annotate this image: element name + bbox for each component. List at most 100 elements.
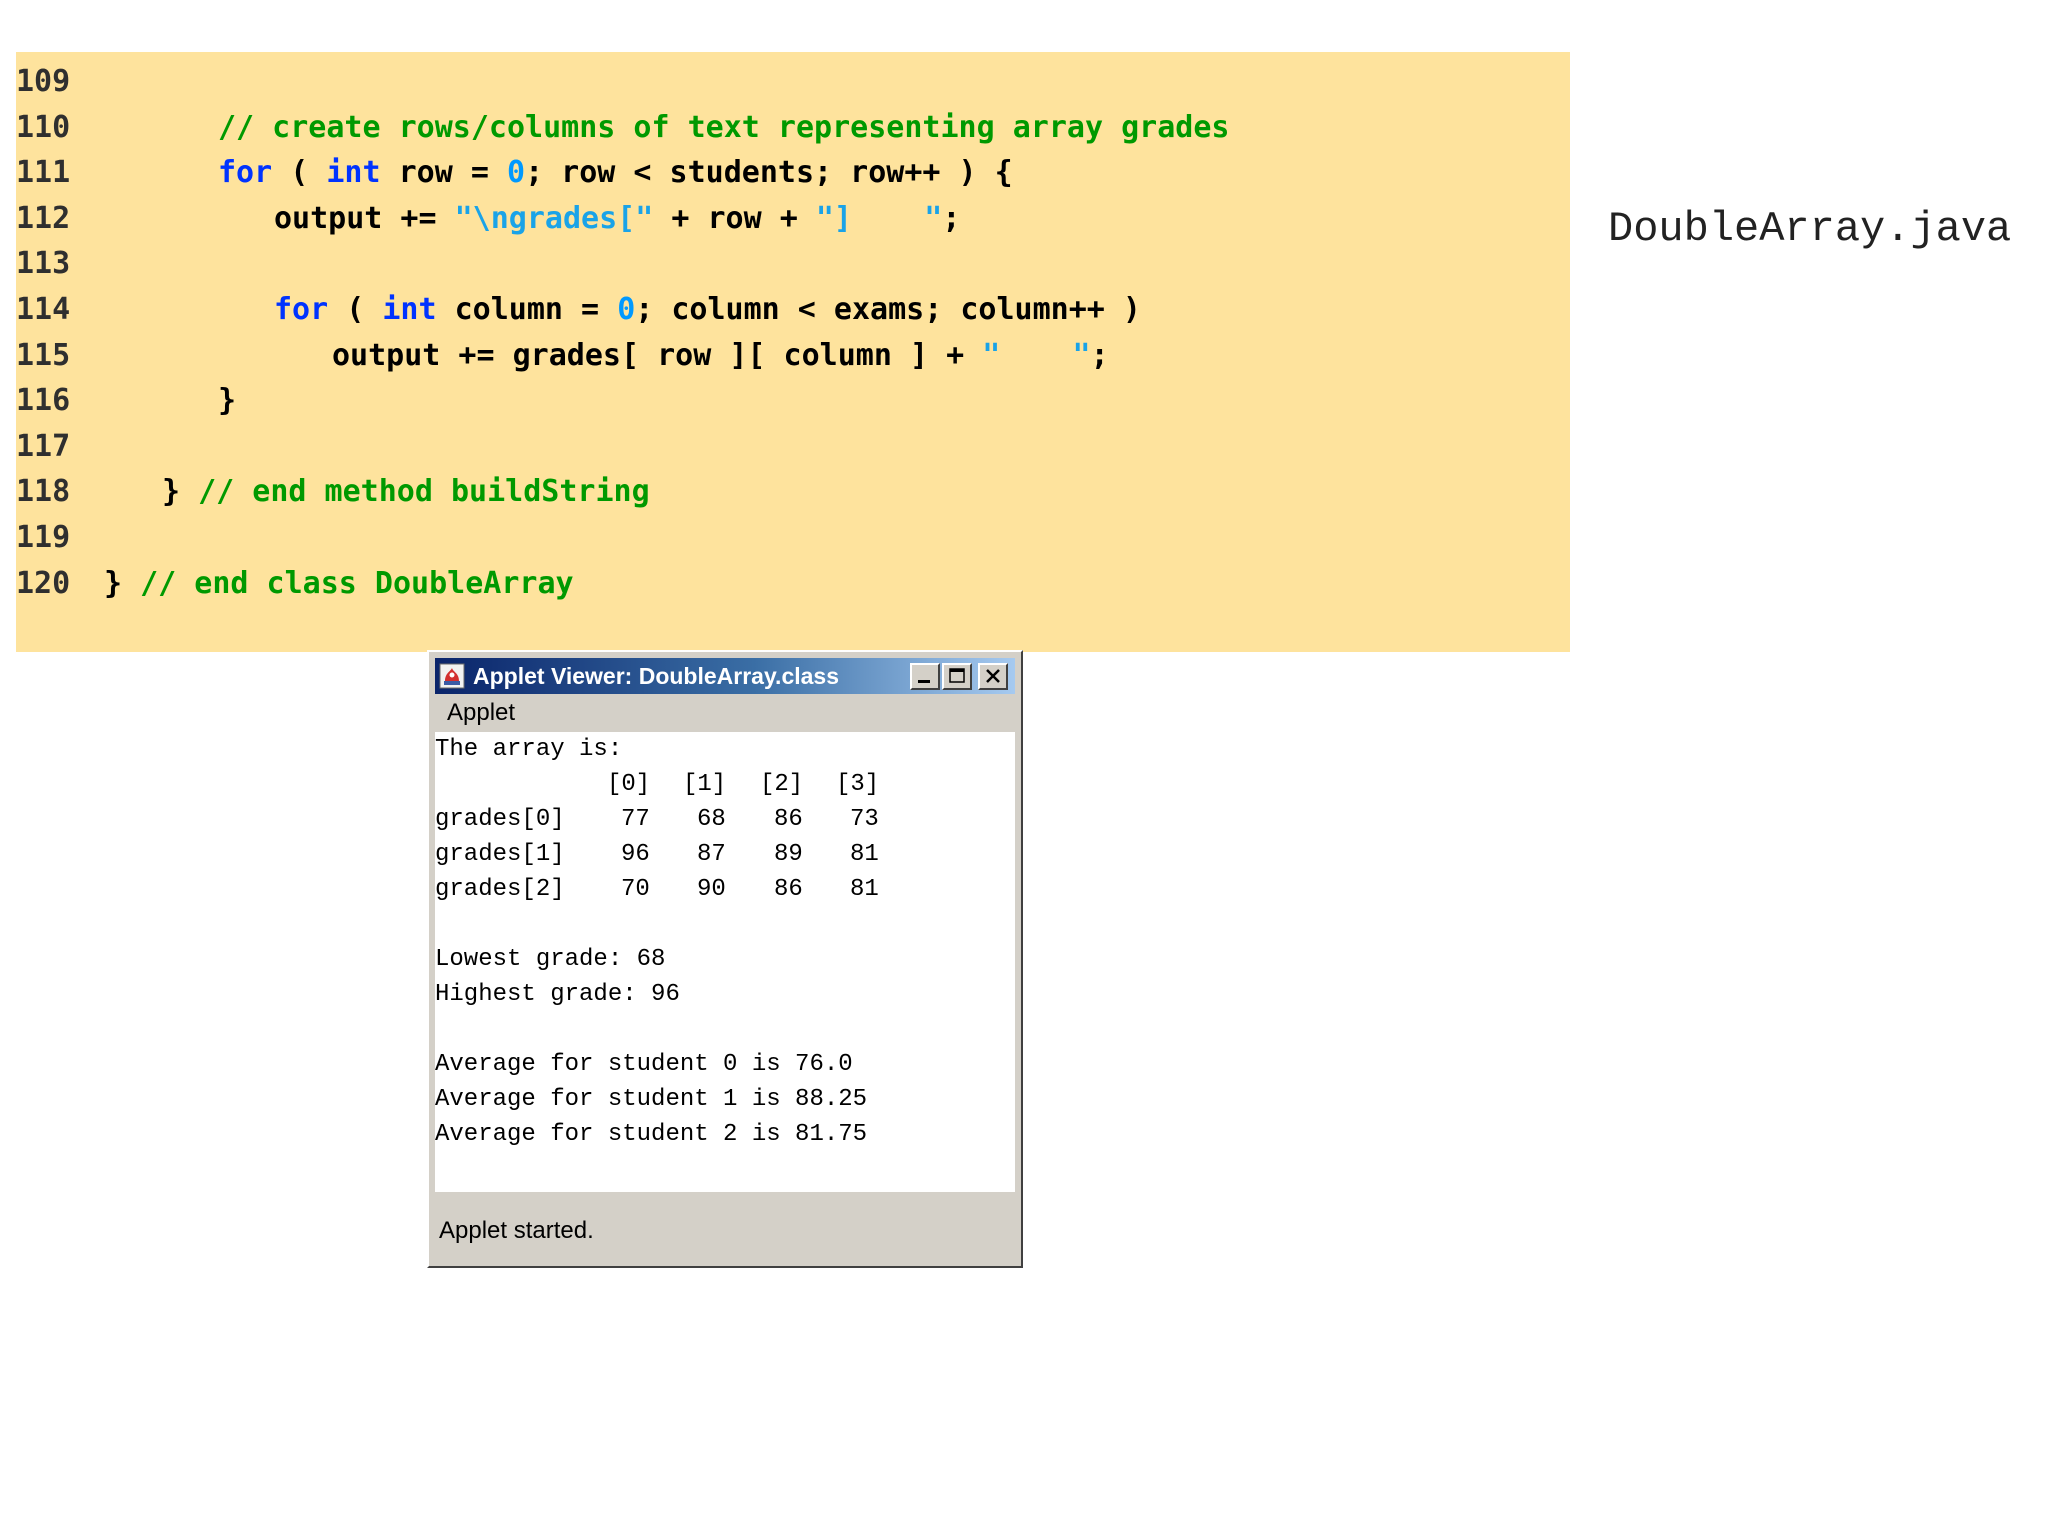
window-title: Applet Viewer: DoubleArray.class [473, 663, 840, 689]
code-token: ; [1090, 337, 1109, 373]
code-token: for [274, 292, 329, 327]
code-line: 109 [16, 62, 1570, 102]
close-icon [986, 669, 1000, 683]
grade-cell: 86 [774, 806, 803, 833]
code-line: 120} // end class DoubleArray [16, 564, 1570, 604]
code-line: 111 for ( int row = 0; row < students; ro… [16, 153, 1570, 193]
code-token: ; [942, 200, 961, 236]
grade-cell: 96 [621, 841, 650, 868]
window-titlebar[interactable]: Applet Viewer: DoubleArray.class [435, 658, 1015, 694]
grade-cell: 77 [621, 806, 650, 833]
code-line: 112 output += "\ngrades[" + row + "] "; [16, 199, 1570, 239]
grade-cell: 73 [850, 806, 879, 833]
line-number: 113 [16, 246, 71, 282]
menu-bar: Applet [435, 696, 1015, 730]
code-token: "] " [815, 200, 943, 236]
minimize-icon [918, 680, 930, 683]
code-token: // create rows/columns of text represent… [218, 109, 1230, 145]
code-text: output += grades[ row ][ column ] + " "; [332, 336, 1109, 376]
code-line: 117 [16, 427, 1570, 467]
output-heading: The array is: [435, 736, 623, 763]
menu-applet[interactable]: Applet [447, 696, 515, 730]
line-number: 119 [16, 520, 71, 555]
line-number: 112 [16, 200, 71, 236]
code-text: output += "\ngrades[" + row + "] "; [274, 199, 960, 239]
row-label: grades[2] [435, 876, 565, 903]
code-token: } [218, 383, 237, 419]
student-average-text: Average for student 2 is 81.75 [435, 1121, 868, 1148]
code-text: } // end method buildString [162, 472, 650, 512]
grade-cell: 86 [774, 876, 803, 903]
grade-cell: 81 [850, 841, 879, 868]
student-average-text: Average for student 1 is 88.25 [435, 1086, 868, 1113]
line-number: 111 [16, 155, 71, 191]
grade-cell: 70 [621, 876, 650, 903]
code-token: ( [272, 155, 327, 191]
line-number: 118 [16, 474, 71, 510]
row-label: grades[0] [435, 806, 565, 833]
maximize-button[interactable] [942, 663, 972, 690]
code-token: ( [328, 292, 383, 327]
column-header: [0] [607, 771, 651, 798]
code-token: "\ngrades[" [454, 200, 654, 236]
code-token: ; column < exams; column++ ) [635, 292, 1141, 327]
code-line: 119 [16, 518, 1570, 558]
code-text: for ( int row = 0; row < students; row++… [218, 153, 1013, 193]
column-header: [3] [836, 771, 880, 798]
line-number: 109 [16, 64, 71, 99]
grade-cell: 68 [697, 806, 726, 833]
maximize-icon [949, 668, 965, 683]
code-token: " " [982, 337, 1091, 373]
code-text: } [218, 381, 236, 421]
slide: 109 110 // create rows/columns of text rep… [0, 0, 2048, 1536]
line-number: 116 [16, 383, 71, 419]
line-number: 117 [16, 428, 71, 464]
code-line: 116} [16, 381, 1570, 421]
code-token: int [326, 155, 381, 191]
java-applet-icon[interactable] [439, 663, 465, 689]
code-token: output += grades[ row ][ column ] + [332, 337, 983, 373]
code-text: // create rows/columns of text represent… [218, 108, 1229, 148]
code-line: 118} // end method buildString [16, 472, 1570, 512]
code-token: // end class DoubleArray [140, 565, 574, 601]
grade-cell: 81 [850, 876, 879, 903]
grade-cell: 90 [697, 876, 726, 903]
code-listing: 109 110 // create rows/columns of text rep… [16, 52, 1570, 652]
code-token: } [162, 474, 199, 510]
code-token: + row + [653, 200, 816, 236]
close-button[interactable] [978, 663, 1008, 690]
line-number: 110 [16, 109, 71, 145]
code-line: 113 [16, 244, 1570, 284]
code-line: 114 for ( int column = 0; column < exams;… [16, 290, 1570, 330]
row-label: grades[1] [435, 841, 565, 868]
line-number: 115 [16, 337, 71, 373]
code-token: row = [380, 155, 507, 191]
applet-viewer-window: Applet Viewer: DoubleArray.class Applet [427, 650, 1023, 1268]
status-text: Applet started. [439, 1217, 594, 1244]
applet-output-area: The array is: [0] [1] [2] [3] grades[0] 77 68 86… [435, 732, 1015, 1192]
code-token: } [104, 565, 141, 601]
code-token: int [382, 292, 437, 327]
grade-cell: 87 [697, 841, 726, 868]
code-text: } // end class DoubleArray [104, 564, 574, 604]
file-name-label: DoubleArray.java [1608, 205, 2012, 253]
code-token: 0 [617, 292, 636, 327]
code-line: 110 // create rows/columns of text repres… [16, 108, 1570, 148]
line-number: 114 [16, 292, 71, 327]
column-header: [2] [760, 771, 804, 798]
code-line: 115 output += grades[ row ][ column ] + "… [16, 336, 1570, 376]
line-number: 120 [16, 565, 71, 601]
grade-cell: 89 [774, 841, 803, 868]
code-token: column = [436, 292, 618, 327]
code-text: for ( int column = 0; column < exams; co… [274, 290, 1141, 330]
code-token: ; row < students; row++ ) { [525, 155, 1013, 191]
highest-grade-text: Highest grade: 96 [435, 981, 680, 1008]
code-token: // end method buildString [198, 474, 650, 510]
column-header: [1] [683, 771, 727, 798]
lowest-grade-text: Lowest grade: 68 [435, 946, 666, 973]
student-average-text: Average for student 0 is 76.0 [435, 1051, 853, 1078]
code-token: for [218, 155, 273, 191]
status-bar: Applet started. [435, 1194, 1015, 1258]
minimize-button[interactable] [910, 663, 940, 690]
code-token: 0 [507, 155, 526, 191]
